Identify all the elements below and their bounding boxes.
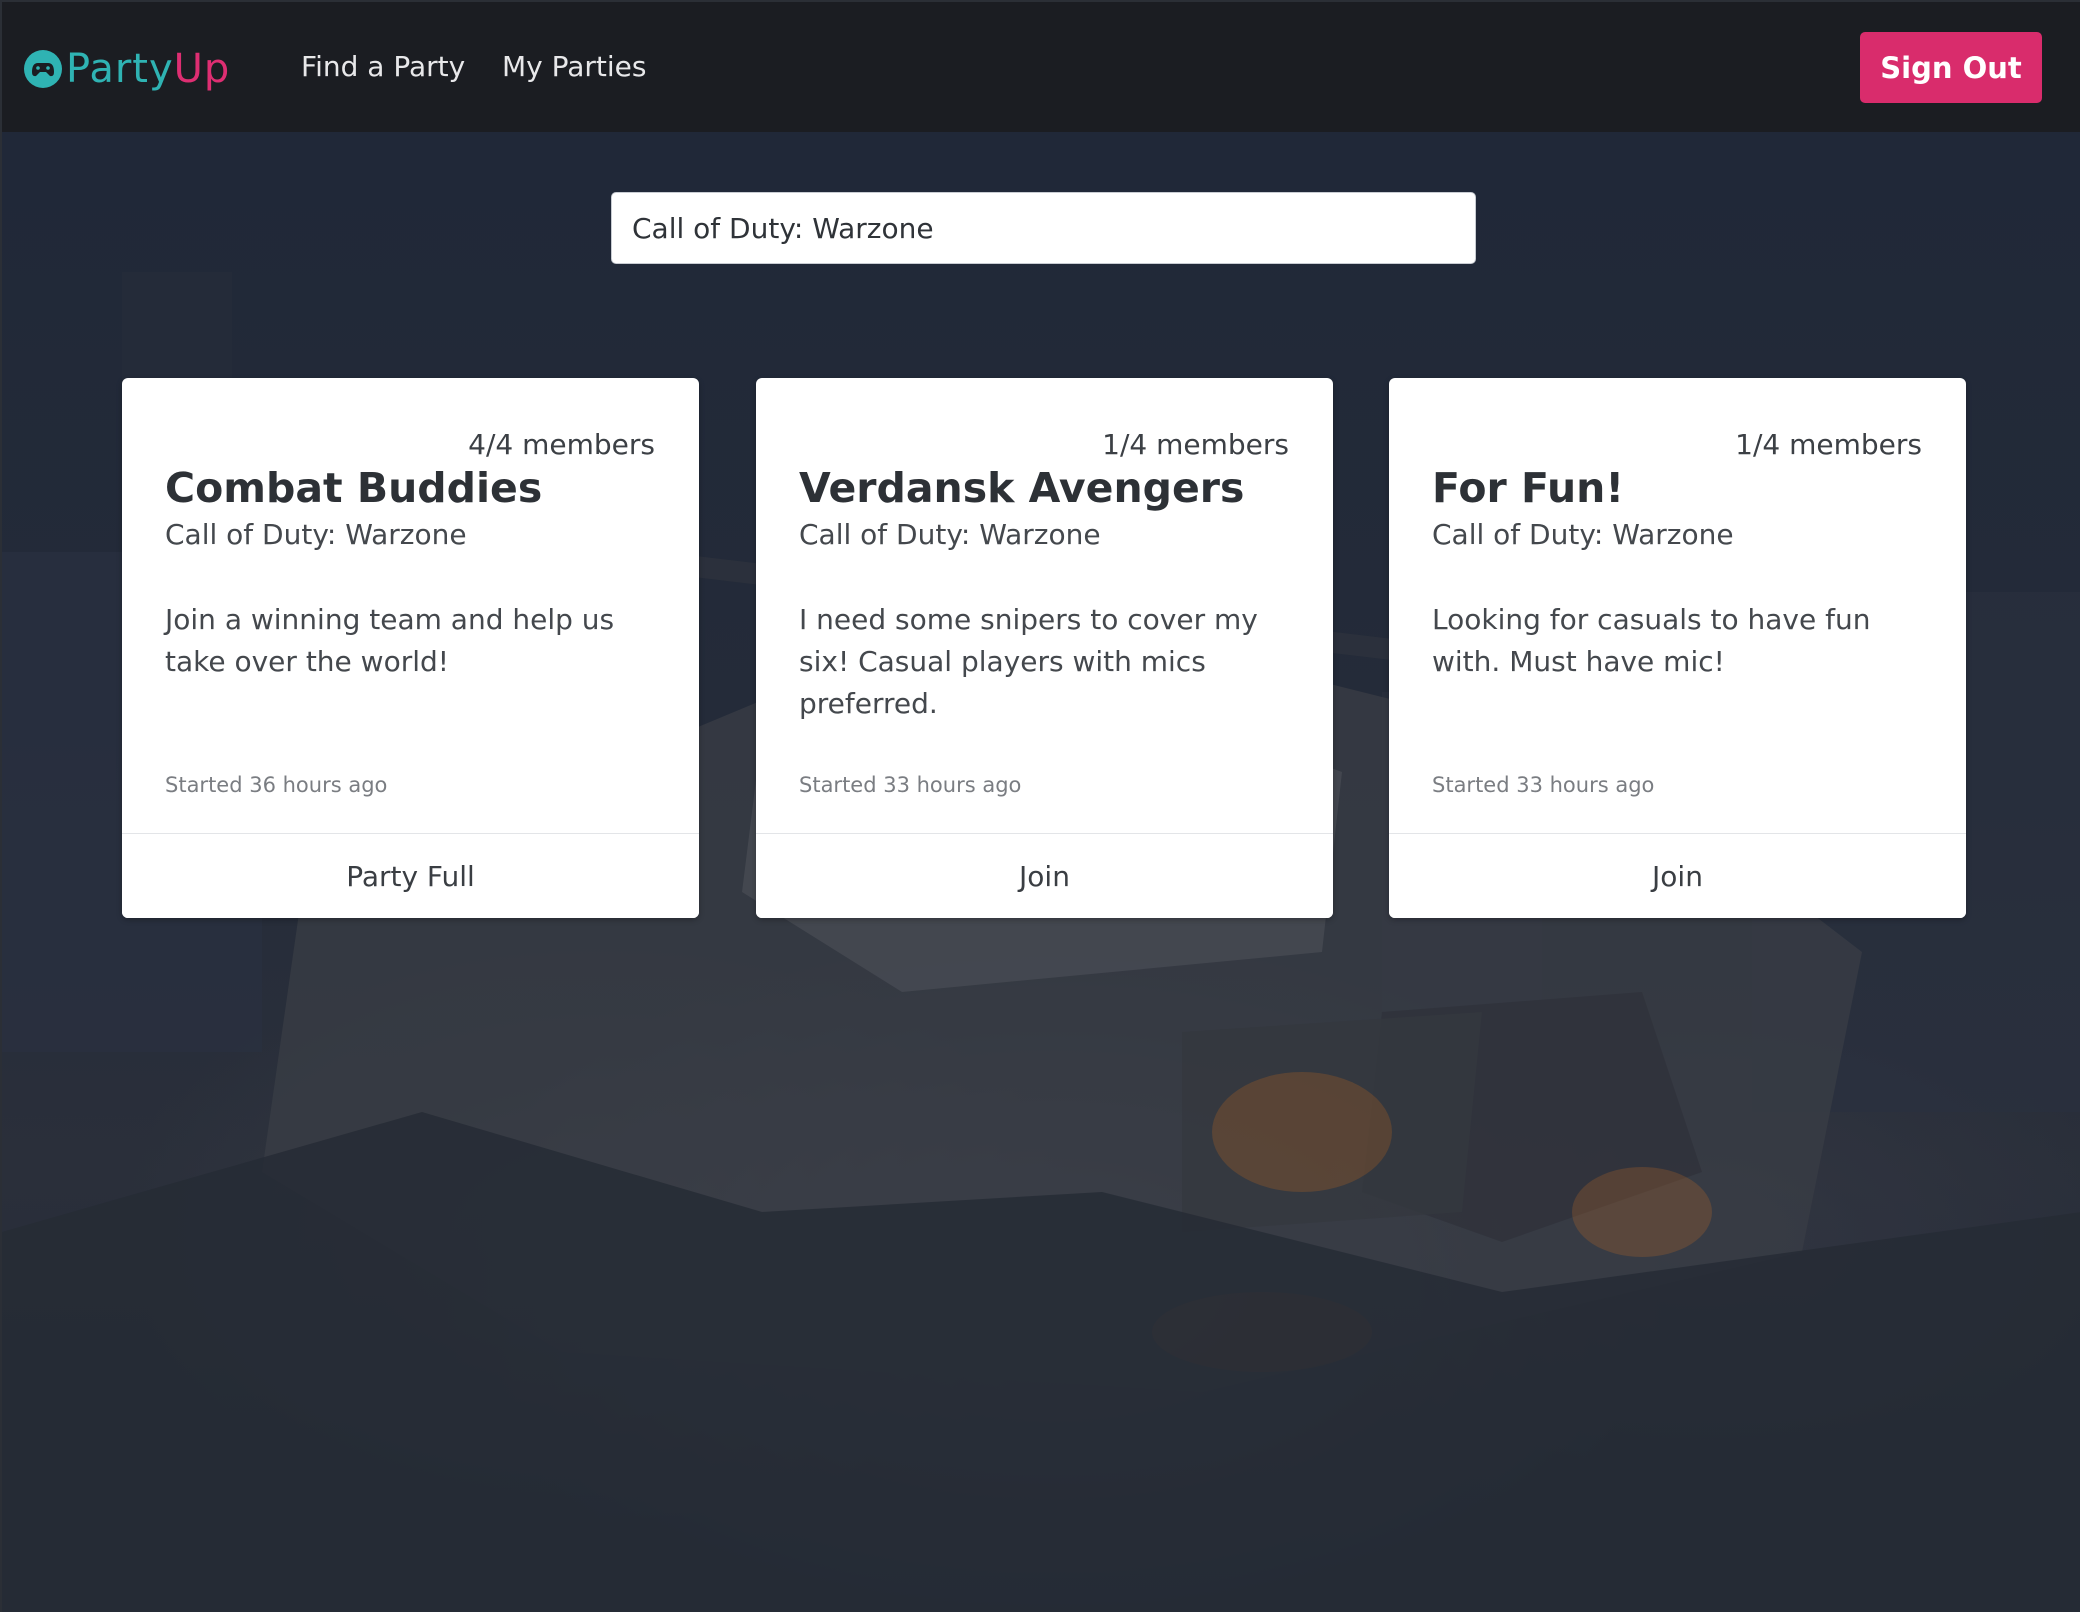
party-card: 4/4 members Combat Buddies Call of Duty:… (122, 378, 699, 918)
party-card-body: 1/4 members Verdansk Avengers Call of Du… (756, 378, 1333, 833)
party-card: 1/4 members For Fun! Call of Duty: Warzo… (1389, 378, 1966, 918)
top-navbar: PartyUp Find a Party My Parties Sign Out (2, 2, 2080, 132)
party-game: Call of Duty: Warzone (165, 518, 467, 551)
party-started-time: Started 33 hours ago (1432, 773, 1655, 797)
brand-logo[interactable]: PartyUp (22, 44, 230, 94)
brand-name: PartyUp (66, 49, 230, 89)
party-title: For Fun! (1432, 464, 1625, 512)
join-party-button[interactable]: Join (756, 833, 1333, 918)
party-title: Combat Buddies (165, 464, 543, 512)
nav-find-party-link[interactable]: Find a Party (301, 50, 465, 83)
party-description: Join a winning team and help us take ove… (165, 603, 615, 678)
party-members-count: 4/4 members (468, 428, 655, 461)
nav-my-parties-link[interactable]: My Parties (502, 50, 647, 83)
party-game: Call of Duty: Warzone (1432, 518, 1734, 551)
party-card-body: 4/4 members Combat Buddies Call of Duty:… (122, 378, 699, 833)
party-started-time: Started 36 hours ago (165, 773, 388, 797)
party-card-body: 1/4 members For Fun! Call of Duty: Warzo… (1389, 378, 1966, 833)
game-search-input[interactable] (611, 192, 1476, 264)
party-title: Verdansk Avengers (799, 464, 1245, 512)
party-full-button[interactable]: Party Full (122, 833, 699, 918)
gamepad-icon (24, 50, 62, 88)
party-description: Looking for casuals to have fun with. Mu… (1432, 603, 1871, 678)
sign-out-button[interactable]: Sign Out (1860, 32, 2042, 103)
party-description: I need some snipers to cover my six! Cas… (799, 603, 1258, 720)
brand-name-up: Up (173, 46, 231, 92)
party-card: 1/4 members Verdansk Avengers Call of Du… (756, 378, 1333, 918)
party-game: Call of Duty: Warzone (799, 518, 1101, 551)
party-members-count: 1/4 members (1102, 428, 1289, 461)
join-party-button[interactable]: Join (1389, 833, 1966, 918)
brand-name-party: Party (66, 46, 174, 92)
party-started-time: Started 33 hours ago (799, 773, 1022, 797)
party-members-count: 1/4 members (1735, 428, 1922, 461)
